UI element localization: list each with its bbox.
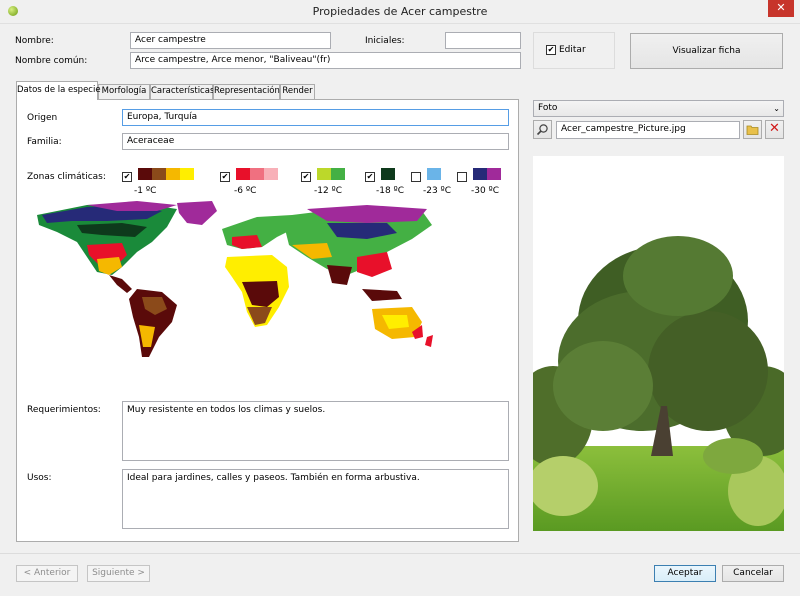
delete-image-button[interactable]: ✕ xyxy=(765,120,784,139)
tab-render[interactable]: Render xyxy=(280,84,315,99)
tab-representacion[interactable]: Representación xyxy=(213,84,280,99)
zone-swatch xyxy=(487,168,501,180)
usos-field[interactable]: Ideal para jardines, calles y paseos. Ta… xyxy=(122,469,509,529)
close-window-button[interactable]: ✕ xyxy=(768,0,794,17)
iniciales-label: Iniciales: xyxy=(365,36,405,46)
zone-label: -23 ºC xyxy=(423,186,452,196)
visualizar-ficha-button[interactable]: Visualizar ficha xyxy=(630,33,783,69)
iniciales-field[interactable] xyxy=(445,32,521,49)
search-image-button[interactable] xyxy=(533,120,552,139)
open-image-button[interactable] xyxy=(743,120,762,139)
tab-caracteristicas[interactable]: Características xyxy=(150,84,214,99)
image-type-select[interactable]: Foto ⌄ xyxy=(533,100,784,117)
zone-label: -18 ºC xyxy=(376,186,405,196)
zone-swatch xyxy=(250,168,264,180)
zone-swatch xyxy=(427,168,441,180)
requerimientos-field[interactable]: Muy resistente en todos los climas y sue… xyxy=(122,401,509,461)
tab-datos-especie[interactable]: Datos de la especie xyxy=(16,81,101,100)
zone-swatch xyxy=(473,168,487,180)
window-title: Propiedades de Acer campestre xyxy=(312,5,488,18)
zone-checkbox[interactable]: ✔ xyxy=(220,172,230,182)
zone-swatch xyxy=(317,168,331,180)
siguiente-button[interactable]: Siguiente > xyxy=(87,565,150,582)
zone-swatch xyxy=(180,168,194,180)
nombre-label: Nombre: xyxy=(15,36,54,46)
zone-swatch xyxy=(236,168,250,180)
delete-icon: ✕ xyxy=(769,121,780,136)
zone-checkbox[interactable]: ✔ xyxy=(122,172,132,182)
magnifier-icon xyxy=(536,124,548,136)
requerimientos-label: Requerimientos: xyxy=(27,405,101,415)
aceptar-button[interactable]: Aceptar xyxy=(654,565,716,582)
usos-label: Usos: xyxy=(27,473,52,483)
zone-swatch xyxy=(138,168,152,180)
zone-checkbox[interactable] xyxy=(411,172,421,182)
zone-swatch xyxy=(331,168,345,180)
zone-label: -12 ºC xyxy=(314,186,343,196)
footer-divider xyxy=(0,553,800,554)
zone-swatch xyxy=(166,168,180,180)
folder-icon xyxy=(746,125,759,135)
zone-checkbox[interactable]: ✔ xyxy=(301,172,311,182)
cancelar-button[interactable]: Cancelar xyxy=(722,565,784,582)
zone-checkbox[interactable]: ✔ xyxy=(365,172,375,182)
tab-morfologia[interactable]: Morfología xyxy=(98,84,150,99)
familia-field[interactable]: Aceraceae xyxy=(122,133,509,150)
chevron-down-icon: ⌄ xyxy=(773,104,780,113)
climate-world-map xyxy=(27,197,439,362)
zone-label: -1 ºC xyxy=(134,186,157,196)
nombre-comun-field[interactable]: Arce campestre, Arce menor, "Baliveau"(f… xyxy=(130,52,521,69)
image-file-field[interactable]: Acer_campestre_Picture.jpg xyxy=(556,121,740,139)
familia-label: Familia: xyxy=(27,137,62,147)
zone-label: -30 ºC xyxy=(471,186,500,196)
zone-swatch xyxy=(381,168,395,180)
zonas-climaticas-label: Zonas climáticas: xyxy=(27,172,106,182)
species-photo xyxy=(533,156,784,531)
editar-checkbox[interactable]: ✔ xyxy=(546,45,556,55)
zone-swatch xyxy=(152,168,166,180)
editar-label: Editar xyxy=(559,45,586,55)
zone-checkbox[interactable] xyxy=(457,172,467,182)
title-bar[interactable]: Propiedades de Acer campestre ✕ xyxy=(0,0,800,24)
close-icon: ✕ xyxy=(776,1,786,14)
nombre-field[interactable]: Acer campestre xyxy=(130,32,331,49)
anterior-button[interactable]: < Anterior xyxy=(16,565,78,582)
zone-label: -6 ºC xyxy=(234,186,257,196)
image-type-value: Foto xyxy=(538,103,558,113)
nombre-comun-label: Nombre común: xyxy=(15,56,88,66)
zone-swatch xyxy=(264,168,278,180)
origen-label: Origen xyxy=(27,113,58,123)
origen-field[interactable]: Europa, Turquía xyxy=(122,109,509,126)
